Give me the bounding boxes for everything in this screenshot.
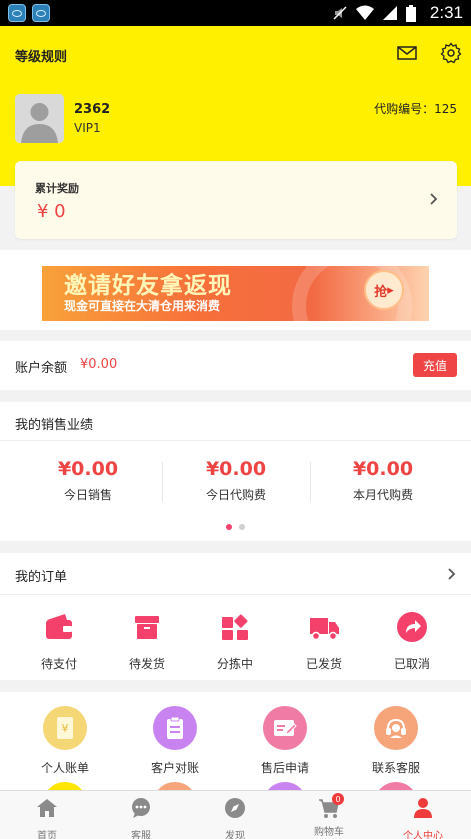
agent-code: 代购编号：125 [374, 102, 457, 116]
level-rule-link[interactable]: 等级规则 [15, 46, 67, 65]
order-cancelled[interactable]: 已取消 [377, 611, 447, 672]
bill-icon: ¥ [43, 706, 87, 750]
banner-grab-button[interactable]: 抢 ▸ [364, 270, 404, 310]
settings-icon[interactable] [440, 42, 462, 64]
grid-icon [222, 614, 248, 640]
order-pending-payment[interactable]: 待支付 [24, 611, 94, 672]
recharge-button[interactable]: 充值 [413, 353, 457, 377]
order-label: 已发货 [305, 657, 342, 671]
battery-icon [405, 4, 416, 22]
banner-subtitle: 现金可直接在大清仓用来消费 [64, 299, 221, 313]
order-label: 分拣中 [216, 657, 253, 671]
chevron-right-icon[interactable] [447, 567, 457, 581]
cancel-arrow-icon [397, 612, 427, 642]
chat-icon [132, 798, 150, 818]
invite-banner[interactable]: 邀请好友拿返现 现金可直接在大清仓用来消费 抢 ▸ [42, 266, 429, 321]
bottom-tab-bar: 首页 客服 发现 0 购物车 个人中心 [0, 790, 471, 839]
tab-label: 首页 [37, 831, 57, 839]
mute-icon [333, 6, 347, 20]
edit-card-icon [263, 706, 307, 750]
home-icon [37, 799, 57, 817]
clock: 2:31 [429, 3, 463, 22]
tab-home[interactable]: 首页 [0, 797, 94, 839]
balance-value: ¥0.00 [80, 357, 118, 372]
tab-label: 发现 [225, 831, 245, 839]
tab-customer-service[interactable]: 客服 [94, 797, 188, 839]
wifi-icon [355, 5, 374, 20]
pager-dot[interactable] [239, 524, 245, 530]
stat-today-sales: ¥0.00 今日销售 [14, 458, 162, 503]
tab-label: 个人中心 [403, 831, 443, 839]
tab-label: 客服 [131, 831, 151, 839]
service-personal-bill[interactable]: ¥ 个人账单 [15, 706, 115, 776]
order-label: 已取消 [393, 657, 430, 671]
order-label: 待发货 [128, 657, 165, 671]
reward-card[interactable]: 累计奖励 ¥ 0 [15, 161, 457, 239]
stat-label: 今日销售 [63, 488, 112, 502]
notification-app-icon [8, 4, 26, 22]
sales-title: 我的销售业绩 [15, 418, 94, 433]
person-icon [414, 798, 432, 818]
notification-app-icon [32, 4, 50, 22]
tab-personal-center[interactable]: 个人中心 [376, 797, 470, 839]
stat-value: ¥0.00 [352, 458, 414, 480]
stat-month-fee: ¥0.00 本月代购费 [309, 458, 457, 503]
stat-value: ¥0.00 [57, 458, 119, 480]
orders-title[interactable]: 我的订单 [15, 566, 67, 585]
chevron-right-icon [430, 193, 438, 205]
balance-label: 账户余额 [15, 361, 68, 376]
service-contact-support[interactable]: 联系客服 [346, 706, 446, 776]
order-label: 待支付 [40, 657, 77, 671]
divider [0, 440, 471, 441]
pager-dot-active[interactable] [226, 524, 232, 530]
service-label: 售后申请 [260, 761, 309, 775]
user-id: 2362 [74, 102, 111, 117]
status-bar: 2:31 [0, 0, 471, 26]
stat-value: ¥0.00 [205, 458, 267, 480]
orders-section: 我的订单 待支付 待发货 分拣中 已发货 已取消 [0, 553, 471, 680]
service-label: 个人账单 [40, 761, 89, 775]
stat-today-fee: ¥0.00 今日代购费 [162, 458, 310, 503]
sales-section: 我的销售业绩 ¥0.00 今日销售 ¥0.00 今日代购费 ¥0.00 本月代购… [0, 402, 471, 541]
service-customer-reconcile[interactable]: 客户对账 [125, 706, 225, 776]
reward-title: 累计奖励 [35, 182, 79, 195]
service-label: 客户对账 [150, 761, 199, 775]
services-section: ¥ 个人账单 客户对账 售后申请 联系客服 [0, 692, 471, 826]
banner-grab-label: 抢 [374, 284, 388, 300]
service-label: 联系客服 [371, 761, 420, 775]
order-sorting[interactable]: 分拣中 [200, 611, 270, 672]
reward-value: ¥ 0 [37, 201, 66, 222]
truck-icon [310, 618, 339, 641]
avatar[interactable] [15, 94, 64, 143]
banner-section: 邀请好友拿返现 现金可直接在大清仓用来消费 抢 ▸ [0, 250, 471, 330]
headset-icon [374, 706, 418, 750]
cart-count-badge: 0 [332, 793, 344, 805]
tab-cart[interactable]: 0 购物车 [282, 793, 376, 838]
order-shipped[interactable]: 已发货 [289, 611, 359, 672]
banner-title: 邀请好友拿返现 [64, 273, 232, 299]
stat-label: 本月代购费 [352, 488, 413, 502]
mail-icon[interactable] [396, 42, 418, 64]
tab-label: 购物车 [314, 827, 344, 838]
wallet-icon [46, 614, 72, 639]
vip-level: VIP1 [74, 121, 101, 135]
signal-icon [382, 6, 397, 20]
compass-icon [225, 798, 245, 818]
service-after-sales[interactable]: 售后申请 [235, 706, 335, 776]
default-avatar-icon [15, 94, 64, 143]
divider [0, 594, 471, 595]
clipboard-icon [153, 706, 197, 750]
svg-text:¥: ¥ [62, 722, 69, 735]
order-pending-shipment[interactable]: 待发货 [112, 611, 182, 672]
stat-label: 今日代购费 [205, 488, 266, 502]
tab-discover[interactable]: 发现 [188, 797, 282, 839]
cart-icon-wrap: 0 [318, 793, 344, 819]
box-icon [135, 616, 159, 639]
balance-row: 账户余额 ¥0.00 充值 [0, 341, 471, 390]
